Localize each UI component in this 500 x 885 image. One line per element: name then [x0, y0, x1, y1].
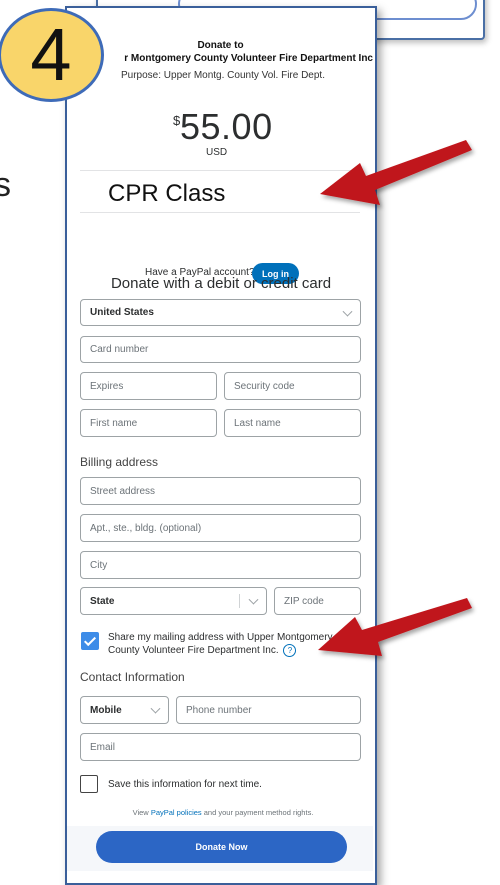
annotation-arrows [318, 140, 472, 656]
arrow-pointing-to-note [320, 140, 472, 205]
arrow-pointing-to-share-checkbox [318, 598, 472, 656]
